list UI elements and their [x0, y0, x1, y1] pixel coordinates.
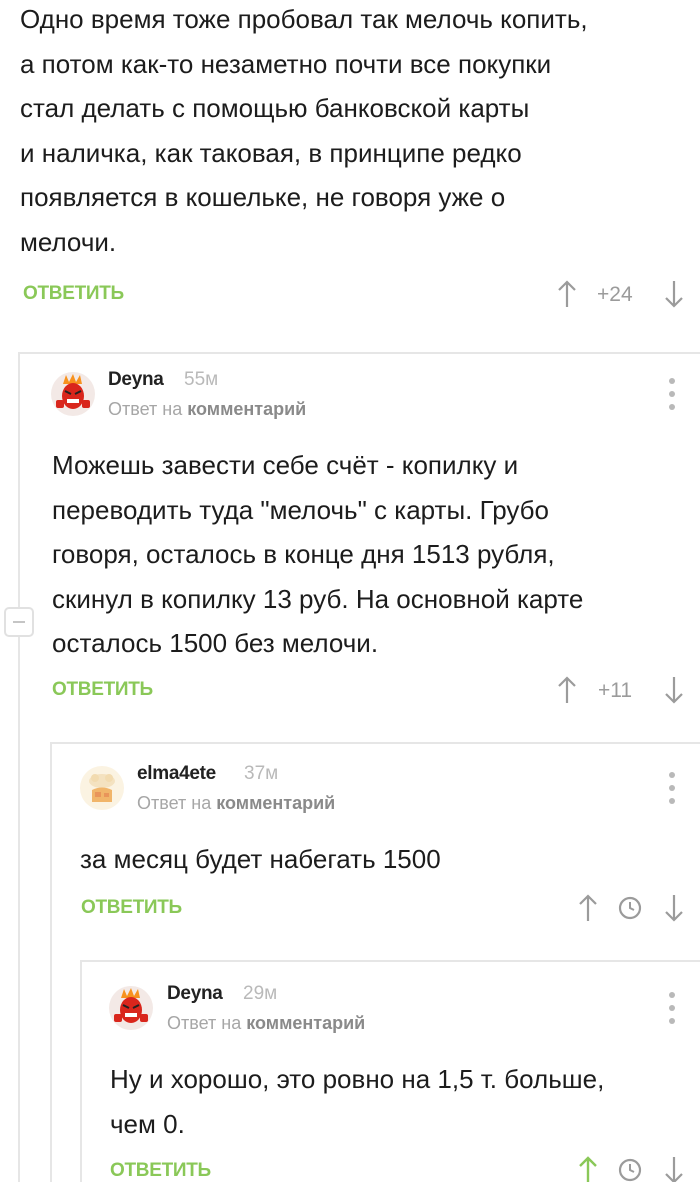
root-downvote-arrow-icon[interactable]	[664, 280, 684, 308]
comment-time: 37м	[244, 763, 279, 784]
angry-face-avatar-icon	[51, 372, 95, 416]
meta-prefix: Ответ на	[167, 1013, 242, 1033]
angry-face-avatar-icon	[109, 986, 153, 1030]
meta-prefix: Ответ на	[137, 793, 212, 813]
root-upvote-arrow-icon[interactable]	[557, 280, 577, 308]
thread-separator-1	[18, 352, 700, 354]
comment-author[interactable]: elma4ete	[137, 763, 216, 785]
downvote-arrow-icon[interactable]	[664, 676, 684, 704]
comment-text: Ну и хорошо, это ровно на 1,5 т. больше,…	[110, 1064, 605, 1139]
parent-comment-link[interactable]: комментарий	[246, 1013, 365, 1033]
upvote-arrow-icon[interactable]	[557, 676, 577, 704]
avatar[interactable]	[51, 372, 95, 416]
more-options-icon[interactable]	[668, 772, 676, 804]
thread-separator-2	[50, 742, 700, 744]
upvote-arrow-icon[interactable]	[578, 1156, 598, 1182]
comment-author[interactable]: Deyna	[167, 983, 223, 1005]
parent-comment-link[interactable]: комментарий	[187, 399, 306, 419]
more-options-icon[interactable]	[668, 992, 676, 1024]
comment-meta: Ответ на комментарий	[167, 1013, 365, 1034]
comment-time: 55м	[184, 369, 219, 390]
downvote-arrow-icon[interactable]	[664, 894, 684, 922]
reply-button[interactable]: ОТВЕТИТЬ	[81, 897, 182, 919]
collapse-thread-button[interactable]	[4, 607, 34, 637]
comment-text: Можешь завести себе счёт - копилку и пер…	[52, 450, 584, 658]
comment-time: 29м	[243, 983, 278, 1004]
clock-icon	[618, 1158, 642, 1182]
chef-avatar-icon	[80, 766, 124, 810]
root-reply-button[interactable]: ОТВЕТИТЬ	[23, 283, 124, 305]
meta-prefix: Ответ на	[108, 399, 183, 419]
thread-separator-3	[80, 960, 700, 962]
more-options-icon[interactable]	[668, 378, 676, 410]
reply-button[interactable]: ОТВЕТИТЬ	[110, 1160, 211, 1182]
comment-rating: +11	[598, 679, 633, 702]
thread-line-level-1	[18, 352, 20, 1182]
comment-meta: Ответ на комментарий	[108, 399, 306, 420]
avatar[interactable]	[80, 766, 124, 810]
thread-line-level-2	[50, 742, 52, 1182]
thread-line-level-3	[80, 960, 82, 1182]
comment-text: за месяц будет набегать 1500	[80, 844, 441, 874]
clock-icon	[618, 896, 642, 920]
avatar[interactable]	[109, 986, 153, 1030]
comment-meta: Ответ на комментарий	[137, 793, 335, 814]
reply-button[interactable]: ОТВЕТИТЬ	[52, 679, 153, 701]
root-rating: +24	[597, 283, 633, 306]
root-comment-text: Одно время тоже пробовал так мелочь копи…	[20, 4, 588, 257]
downvote-arrow-icon[interactable]	[664, 1156, 684, 1182]
parent-comment-link[interactable]: комментарий	[216, 793, 335, 813]
upvote-arrow-icon[interactable]	[578, 894, 598, 922]
comment-author[interactable]: Deyna	[108, 369, 164, 391]
